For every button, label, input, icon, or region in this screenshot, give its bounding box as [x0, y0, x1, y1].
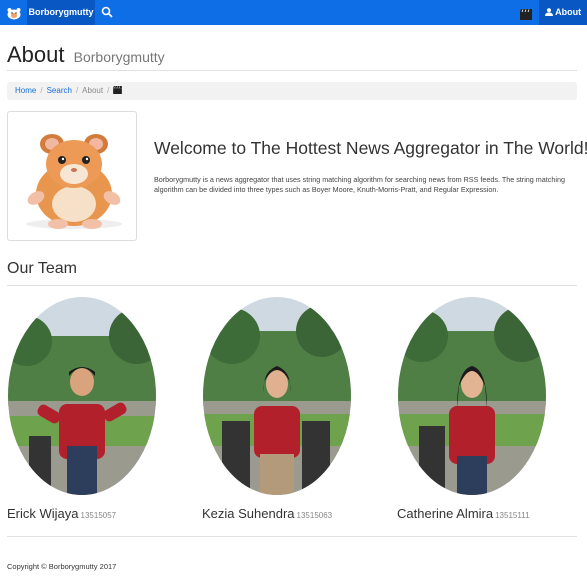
- team-member-name: Kezia Suhendra 13515063: [202, 506, 332, 521]
- search-icon[interactable]: [100, 5, 114, 19]
- breadcrumb-separator: /: [75, 86, 79, 95]
- breadcrumb-search[interactable]: Search: [47, 86, 72, 95]
- hamster-logo-icon[interactable]: [0, 0, 27, 25]
- team-member-name: Erick Wijaya 13515057: [7, 506, 116, 521]
- footer-copyright: Copyright © Borborygmutty 2017: [7, 562, 117, 571]
- page-title-text: About: [7, 42, 65, 67]
- navbar: Borborygmutty About: [0, 0, 587, 25]
- divider: [7, 285, 577, 286]
- team-member-photo: [202, 296, 352, 496]
- hamster-image: [7, 111, 137, 241]
- member-id: 13515111: [495, 511, 530, 520]
- breadcrumb: Home / Search / About /: [7, 82, 577, 100]
- team-member-name: Catherine Almira 13515111: [397, 506, 530, 521]
- member-id: 13515057: [80, 511, 117, 520]
- page-title: About Borborygmutty: [7, 42, 165, 68]
- film-icon[interactable]: [113, 86, 123, 95]
- breadcrumb-separator: /: [107, 86, 110, 95]
- member-name-text: Kezia Suhendra: [202, 506, 295, 521]
- member-name-text: Catherine Almira: [397, 506, 494, 521]
- page-subtitle: Borborygmutty: [73, 49, 165, 65]
- breadcrumb-home[interactable]: Home: [15, 86, 36, 95]
- film-icon[interactable]: [520, 7, 532, 20]
- member-name-text: Erick Wijaya: [7, 506, 79, 521]
- user-icon: [544, 7, 555, 17]
- nav-about-link[interactable]: About: [539, 0, 587, 25]
- divider: [7, 70, 577, 71]
- team-heading: Our Team: [7, 260, 77, 277]
- member-id: 13515063: [296, 511, 333, 520]
- description-text: Borborygmutty is a news aggregator that …: [154, 175, 565, 194]
- welcome-heading: Welcome to The Hottest News Aggregator i…: [154, 138, 587, 158]
- nav-about-label: About: [555, 7, 582, 17]
- team-member-photo: [7, 296, 157, 496]
- team-member-photo: [397, 296, 547, 496]
- breadcrumb-about: About: [82, 86, 104, 95]
- brand-link[interactable]: Borborygmutty: [27, 0, 95, 25]
- divider: [7, 536, 577, 537]
- breadcrumb-separator: /: [40, 86, 43, 95]
